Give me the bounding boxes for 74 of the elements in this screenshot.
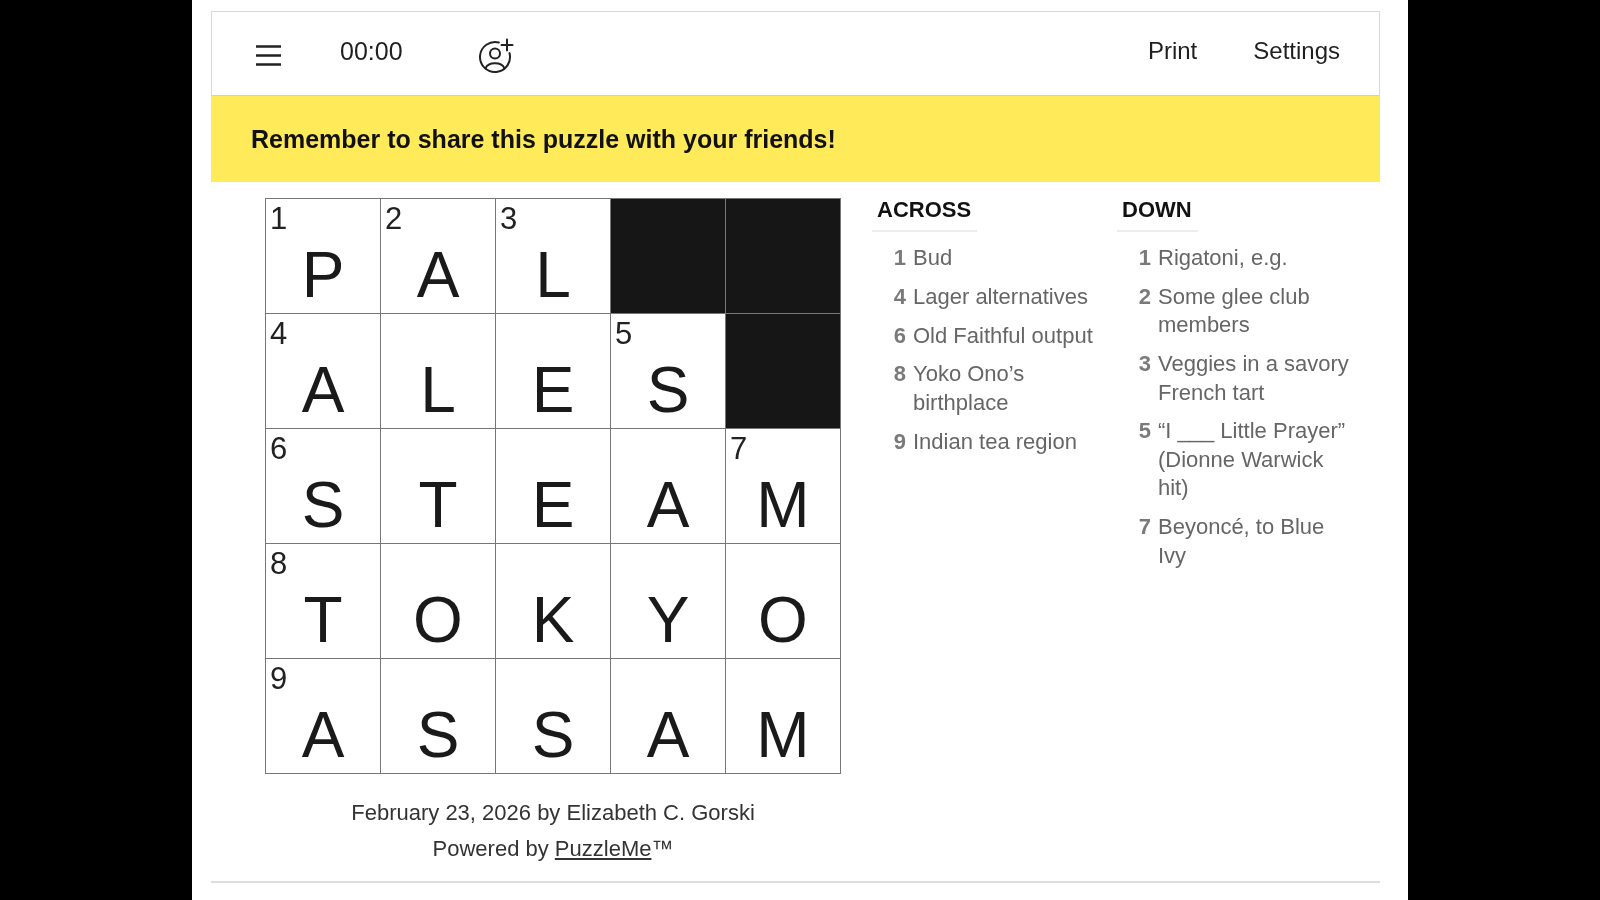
cell-letter: A (416, 239, 460, 311)
person-plus-icon[interactable] (477, 37, 514, 74)
menu-icon[interactable] (255, 43, 282, 67)
crossword-cell[interactable]: O (381, 544, 495, 658)
cell-letter: L (535, 239, 571, 311)
cell-letter: A (646, 469, 690, 541)
crossword-cell[interactable]: 2 A (381, 199, 495, 313)
cell-number: 9 (270, 663, 288, 694)
cell-letter: A (301, 699, 345, 771)
cell-letter: Y (646, 584, 690, 656)
toolbar-button[interactable]: Settings (1253, 36, 1340, 65)
cell-number: 6 (270, 433, 288, 464)
cell-letter: L (420, 354, 456, 426)
credit-text: Powered by PuzzleMe™ (432, 835, 674, 863)
clue-item[interactable]: 4 Lager alternatives (872, 282, 1117, 312)
cell-letter: T (418, 469, 458, 541)
clue-item[interactable]: 9 Indian tea region (872, 427, 1117, 457)
banner-text: Remember to share this puzzle with your friends! (251, 124, 836, 154)
clue-item[interactable]: 3 Veggies in a savory French tart (1117, 350, 1362, 408)
clue-list-heading: ACROSS (872, 197, 978, 232)
crossword-cell[interactable]: K (496, 544, 610, 658)
cell-letter: P (301, 239, 345, 311)
crossword-cell[interactable]: S (381, 659, 495, 773)
cell-number: 4 (270, 318, 288, 349)
crossword-cell[interactable]: T (381, 429, 495, 543)
cell-letter: S (646, 354, 690, 426)
crossword-cell[interactable]: 7 M (726, 429, 840, 543)
cell-letter: S (531, 699, 575, 771)
cell-letter: M (756, 469, 810, 541)
clue-item[interactable]: 8 Yoko Ono’s birthplace (872, 360, 1117, 418)
clue-item[interactable]: 1 Rigatoni, e.g. (1117, 244, 1362, 273)
crossword-cell[interactable]: A (611, 429, 725, 543)
crossword-cell[interactable]: 4 A (266, 314, 380, 428)
cell-number: 8 (270, 548, 288, 579)
crossword-cell[interactable]: M (726, 659, 840, 773)
crossword-cell[interactable]: 9 A (266, 659, 380, 773)
clue-item[interactable]: 1 Bud (872, 244, 1117, 273)
crossword-cell[interactable]: 3 L (496, 199, 610, 313)
crossword-cell[interactable]: E (496, 429, 610, 543)
crossword-cell[interactable]: 1 P (266, 199, 380, 313)
cell-letter: S (301, 469, 345, 541)
credit-link[interactable]: PuzzleMe (554, 836, 652, 861)
clue-item[interactable]: 2 Some glee club members (1117, 282, 1362, 340)
crossword-cell[interactable]: S (496, 659, 610, 773)
cell-number: 5 (615, 318, 633, 349)
cell-letter: K (531, 584, 575, 656)
crossword-cell[interactable]: 6 S (266, 429, 380, 543)
cell-number: 1 (270, 203, 288, 234)
cell-letter: T (303, 584, 343, 656)
clue-item[interactable]: 7 Beyoncé, to Blue Ivy (1117, 513, 1362, 571)
toolbar-button[interactable]: Print (1147, 36, 1198, 65)
crossword-cell[interactable]: 5 S (611, 314, 725, 428)
cell-letter: E (531, 469, 575, 541)
clue-item[interactable]: 6 Old Faithful output (872, 321, 1117, 351)
byline-text: February 23, 2026 by Elizabeth C. Gorski (351, 799, 755, 827)
cell-number: 2 (385, 203, 403, 234)
crossword-cell[interactable]: O (726, 544, 840, 658)
clue-item[interactable]: 5 “I ___ Little Prayer” (Dionne Warwick hit) (1117, 417, 1362, 503)
cell-letter: S (416, 699, 460, 771)
cell-number: 3 (500, 203, 518, 234)
crossword-cell[interactable]: Y (611, 544, 725, 658)
cell-letter: A (646, 699, 690, 771)
cell-letter: M (756, 699, 810, 771)
cell-letter: O (758, 584, 808, 656)
cell-letter: O (413, 584, 463, 656)
crossword-cell[interactable]: 8 T (266, 544, 380, 658)
cell-letter: A (301, 354, 345, 426)
cell-number: 7 (730, 433, 748, 464)
timer: 00:00 (340, 37, 403, 66)
crossword-cell[interactable]: A (611, 659, 725, 773)
clue-list-heading: DOWN (1117, 197, 1198, 232)
crossword-cell[interactable]: E (496, 314, 610, 428)
crossword-cell[interactable]: L (381, 314, 495, 428)
cell-letter: E (531, 354, 575, 426)
